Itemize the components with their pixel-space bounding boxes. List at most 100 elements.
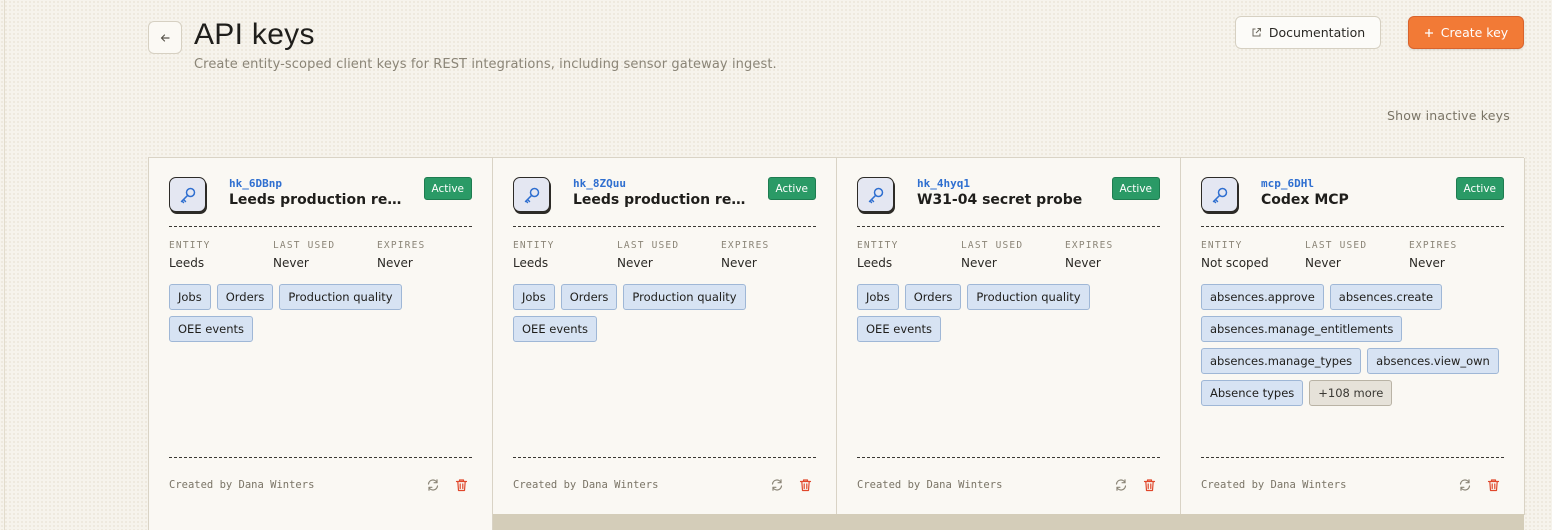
- show-inactive-toggle[interactable]: Show inactive keys: [1387, 108, 1510, 123]
- created-by: Created by Dana Winters: [513, 479, 659, 491]
- expires-field: EXPIRES Never: [377, 240, 425, 270]
- expires-value: Never: [377, 256, 413, 270]
- refresh-icon: [427, 479, 439, 491]
- entity-label: ENTITY: [1201, 240, 1243, 251]
- last-used-label: LAST USED: [1305, 240, 1368, 251]
- api-key-card: hk_8ZQuu Leeds production reporti... Act…: [493, 158, 837, 515]
- entity-label: ENTITY: [169, 240, 211, 251]
- divider: [169, 457, 472, 458]
- key-icon: [1201, 177, 1238, 212]
- documentation-button[interactable]: Documentation: [1235, 16, 1381, 49]
- created-by: Created by Dana Winters: [169, 479, 315, 491]
- trash-icon: [1143, 479, 1155, 492]
- last-used-value: Never: [273, 256, 309, 270]
- delete-key-button[interactable]: [1140, 476, 1158, 494]
- last-used-field: LAST USED Never: [961, 240, 1023, 270]
- scope-chip: Orders: [216, 284, 274, 310]
- scope-chip: Production quality: [967, 284, 1090, 310]
- status-badge: Active: [1111, 177, 1160, 200]
- key-name: Leeds production reporti...: [229, 192, 411, 208]
- scope-chip: absences.manage_entitlements: [1201, 316, 1403, 342]
- external-link-icon: [1252, 28, 1261, 37]
- scope-chip: Orders: [560, 284, 618, 310]
- scope-chips: Jobs Orders Production quality OEE events: [513, 284, 819, 342]
- last-used-label: LAST USED: [273, 240, 336, 251]
- trash-icon: [1487, 479, 1499, 492]
- last-used-label: LAST USED: [617, 240, 680, 251]
- divider: [857, 457, 1160, 458]
- entity-value: Leeds: [513, 256, 549, 270]
- last-used-field: LAST USED Never: [273, 240, 335, 270]
- key-name: Codex MCP: [1261, 192, 1349, 208]
- created-by: Created by Dana Winters: [857, 479, 1003, 491]
- entity-value: Leeds: [169, 256, 205, 270]
- created-by: Created by Dana Winters: [1201, 479, 1347, 491]
- last-used-value: Never: [617, 256, 653, 270]
- documentation-label: Documentation: [1268, 25, 1366, 40]
- expires-label: EXPIRES: [1409, 240, 1458, 251]
- entity-field: ENTITY Not scoped: [1201, 240, 1269, 270]
- left-rule: [4, 0, 5, 530]
- divider: [857, 226, 1160, 227]
- delete-key-button[interactable]: [1484, 476, 1502, 494]
- expires-field: EXPIRES Never: [721, 240, 769, 270]
- expires-value: Never: [1409, 256, 1445, 270]
- back-button[interactable]: [148, 21, 182, 54]
- api-key-card: hk_6DBnp Leeds production reporti... Act…: [149, 158, 493, 515]
- rotate-key-button[interactable]: [1112, 476, 1130, 494]
- delete-key-button[interactable]: [452, 476, 470, 494]
- expires-field: EXPIRES Never: [1065, 240, 1113, 270]
- divider: [513, 226, 816, 227]
- delete-key-button[interactable]: [796, 476, 814, 494]
- refresh-icon: [1459, 479, 1471, 491]
- scope-chip: absences.view_own: [1367, 348, 1499, 374]
- key-icon: [169, 177, 206, 212]
- entity-value: Not scoped: [1201, 256, 1269, 270]
- scope-chip: Production quality: [279, 284, 402, 310]
- scope-chip: Production quality: [623, 284, 746, 310]
- grid-overflow-area: [493, 514, 1524, 530]
- scope-chips: absences.approve absences.create absences.…: [1201, 284, 1507, 406]
- create-key-label: Create key: [1440, 25, 1509, 40]
- rotate-key-button[interactable]: [424, 476, 442, 494]
- key-name: Leeds production reporti...: [573, 192, 755, 208]
- divider: [1201, 226, 1504, 227]
- expires-value: Never: [721, 256, 757, 270]
- entity-field: ENTITY Leeds: [513, 240, 555, 270]
- page-title: API keys: [194, 18, 315, 51]
- divider: [513, 457, 816, 458]
- last-used-value: Never: [1305, 256, 1341, 270]
- api-keys-grid: hk_6DBnp Leeds production reporti... Act…: [148, 157, 1525, 517]
- api-key-card: mcp_6DHl Codex MCP Active ENTITY Not sco…: [1181, 158, 1525, 515]
- key-prefix: hk_4hyq1: [917, 177, 970, 190]
- last-used-label: LAST USED: [961, 240, 1024, 251]
- scope-chip: OEE events: [513, 316, 597, 342]
- last-used-field: LAST USED Never: [1305, 240, 1367, 270]
- expires-value: Never: [1065, 256, 1101, 270]
- create-key-button[interactable]: Create key: [1408, 16, 1524, 49]
- refresh-icon: [1115, 479, 1127, 491]
- key-prefix: hk_8ZQuu: [573, 177, 626, 190]
- scope-chip: absences.approve: [1201, 284, 1324, 310]
- plus-icon: [1424, 28, 1433, 37]
- status-badge: Active: [767, 177, 816, 200]
- scope-chip: Jobs: [169, 284, 211, 310]
- key-prefix: mcp_6DHl: [1261, 177, 1314, 190]
- entity-field: ENTITY Leeds: [857, 240, 899, 270]
- page-subtitle: Create entity-scoped client keys for RES…: [194, 57, 777, 72]
- divider: [169, 226, 472, 227]
- api-key-card: hk_4hyq1 W31-04 secret probe Active ENTI…: [837, 158, 1181, 515]
- rotate-key-button[interactable]: [768, 476, 786, 494]
- status-badge: Active: [423, 177, 472, 200]
- rotate-key-button[interactable]: [1456, 476, 1474, 494]
- next-card-edge: [148, 514, 493, 530]
- key-icon: [513, 177, 550, 212]
- more-scopes-button[interactable]: +108 more: [1309, 380, 1393, 406]
- key-prefix: hk_6DBnp: [229, 177, 282, 190]
- scope-chips: Jobs Orders Production quality OEE events: [857, 284, 1163, 342]
- page-header: API keys Create entity-scoped client key…: [148, 16, 1524, 76]
- entity-value: Leeds: [857, 256, 893, 270]
- expires-label: EXPIRES: [1065, 240, 1114, 251]
- entity-label: ENTITY: [857, 240, 899, 251]
- entity-label: ENTITY: [513, 240, 555, 251]
